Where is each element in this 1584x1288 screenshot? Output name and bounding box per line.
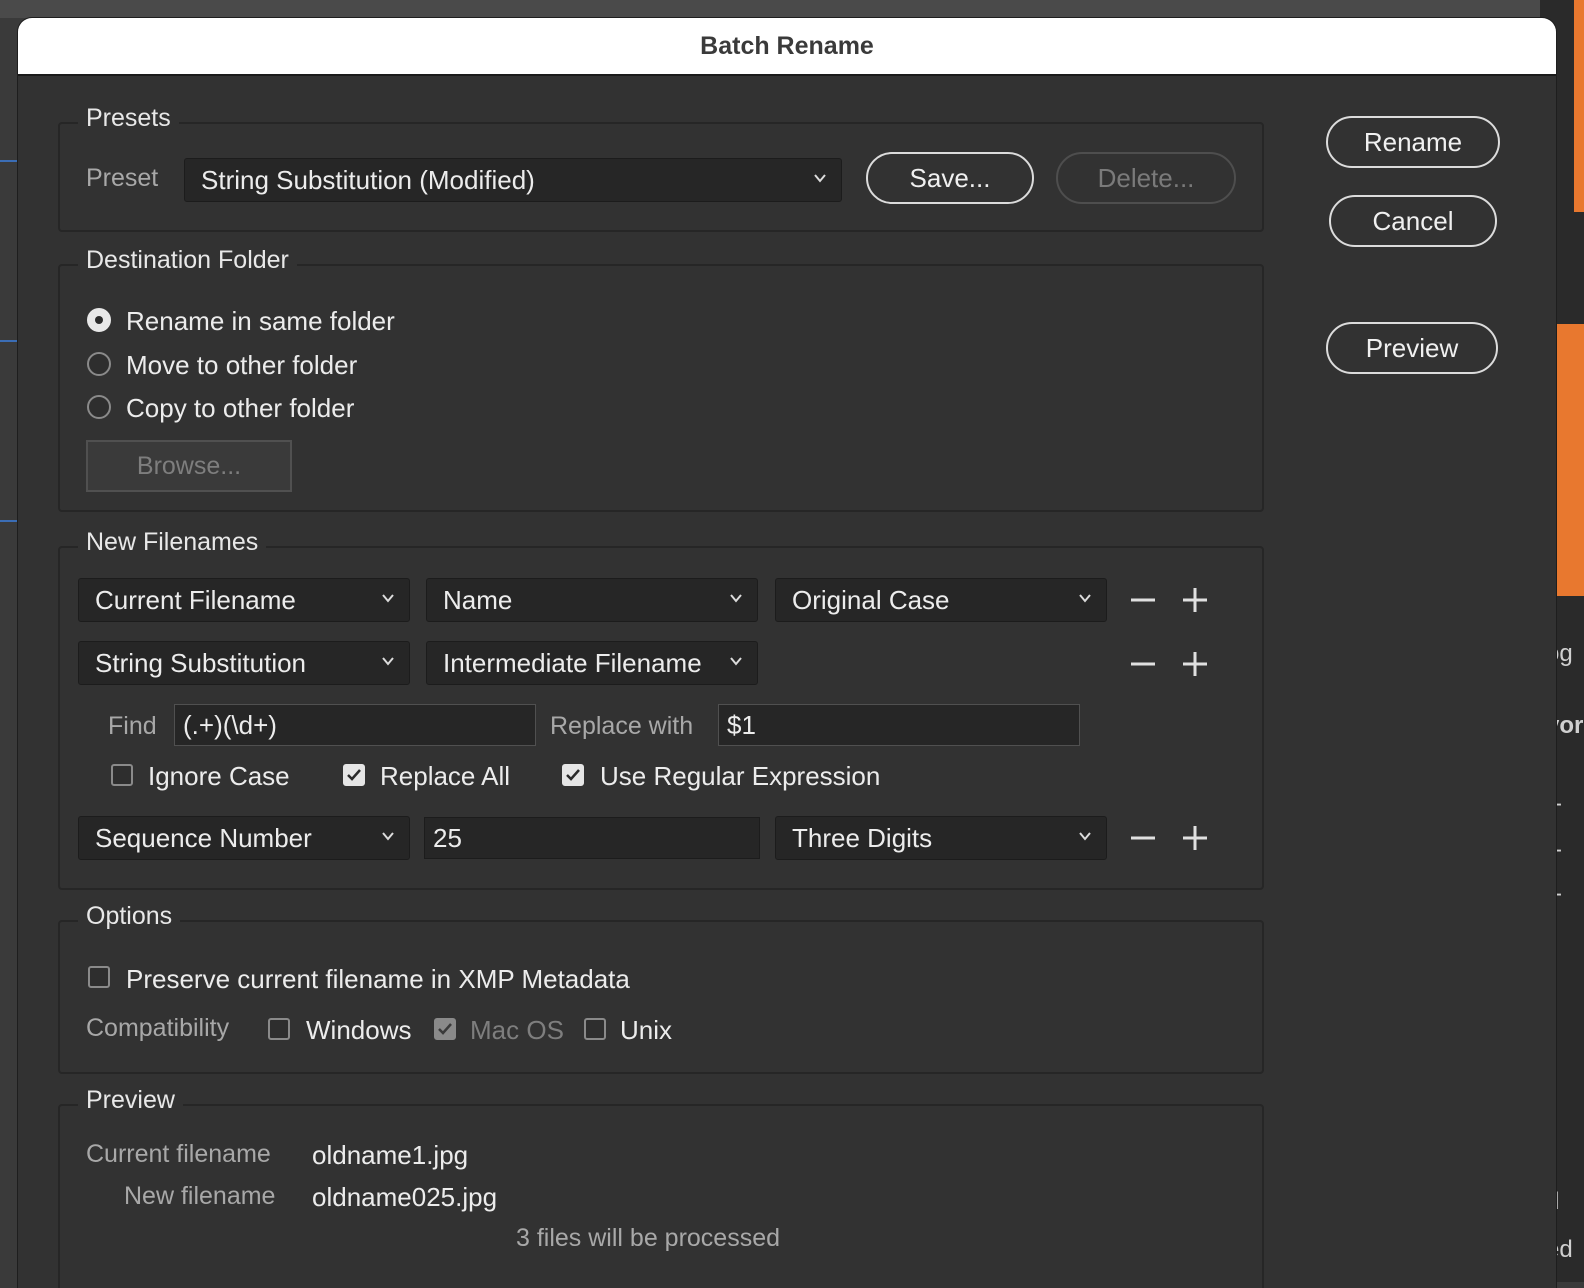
windows-label: Windows (306, 1015, 412, 1045)
current-filename-value: oldname1.jpg (312, 1140, 469, 1170)
compatibility-label: Compatibility (86, 1014, 230, 1042)
plus-icon[interactable] (1182, 587, 1208, 613)
row2-type-value: String Substitution (95, 647, 307, 678)
new-filename-label: New filename (124, 1182, 276, 1210)
macos-label: Mac OS (470, 1015, 564, 1045)
preset-select-value: String Substitution (Modified) (201, 164, 535, 195)
row3-type-value: Sequence Number (95, 822, 312, 853)
row2-source-value: Intermediate Filename (443, 647, 702, 678)
chevron-down-icon (382, 657, 394, 666)
radio-move-other-folder[interactable] (87, 352, 111, 376)
unix-label: Unix (620, 1015, 673, 1045)
row3-type-select[interactable]: Sequence Number (78, 816, 410, 860)
minus-icon[interactable] (1130, 587, 1156, 613)
row1-part-select[interactable]: Name (426, 578, 758, 622)
replace-input[interactable]: $1 (718, 704, 1080, 746)
row2-type-select[interactable]: String Substitution (78, 641, 410, 685)
current-filename-label: Current filename (86, 1140, 271, 1168)
new-filenames-group: New Filenames Current Filename Name Orig… (58, 528, 1264, 890)
radio-rename-same-folder[interactable] (87, 308, 111, 332)
new-filename-value: oldname025.jpg (312, 1182, 498, 1212)
chevron-down-icon (1079, 832, 1091, 841)
presets-group-title: Presets (78, 104, 179, 133)
row3-digits-select[interactable]: Three Digits (775, 816, 1107, 860)
new-filenames-group-title: New Filenames (78, 528, 267, 557)
use-regex-checkbox[interactable] (562, 764, 584, 786)
windows-checkbox[interactable] (268, 1018, 290, 1040)
checkmark-icon (566, 769, 580, 781)
macos-checkbox (434, 1018, 456, 1040)
preserve-filename-label: Preserve current filename in XMP Metadat… (126, 964, 630, 994)
row1-type-value: Current Filename (95, 584, 296, 615)
ignore-case-checkbox[interactable] (111, 764, 133, 786)
radio-label: Copy to other folder (126, 393, 355, 423)
find-label: Find (108, 712, 157, 740)
chevron-down-icon (730, 594, 742, 603)
preset-select[interactable]: String Substitution (Modified) (184, 158, 842, 202)
row1-case-value: Original Case (792, 584, 950, 615)
options-group-title: Options (78, 902, 181, 931)
row1-type-select[interactable]: Current Filename (78, 578, 410, 622)
chevron-down-icon (814, 174, 826, 183)
row3-digits-value: Three Digits (792, 822, 933, 853)
row1-case-select[interactable]: Original Case (775, 578, 1107, 622)
checkmark-icon (438, 1023, 452, 1035)
radio-label: Move to other folder (126, 350, 358, 380)
batch-rename-dialog: Batch Rename Rename Cancel Preview Prese… (18, 18, 1556, 1288)
replace-with-label: Replace with (550, 712, 694, 740)
checkmark-icon (347, 769, 361, 781)
plus-icon[interactable] (1182, 651, 1208, 677)
delete-preset-button[interactable]: Delete... (1056, 152, 1236, 204)
radio-copy-other-folder[interactable] (87, 395, 111, 419)
destination-folder-group: Destination Folder Rename in same folder… (58, 246, 1264, 512)
presets-group: Presets Preset String Substitution (Modi… (58, 104, 1264, 232)
rename-button[interactable]: Rename (1326, 116, 1500, 168)
chevron-down-icon (382, 832, 394, 841)
preserve-filename-checkbox[interactable] (88, 966, 110, 988)
title-bar: Batch Rename (18, 18, 1556, 76)
sequence-start-input[interactable]: 25 (424, 817, 760, 859)
options-group: Options Preserve current filename in XMP… (58, 902, 1264, 1074)
chevron-down-icon (730, 657, 742, 666)
find-input[interactable]: (.+)(\d+) (174, 704, 536, 746)
background-line (0, 160, 18, 162)
destination-group-title: Destination Folder (78, 246, 297, 275)
background-line (0, 520, 18, 522)
save-preset-button[interactable]: Save... (866, 152, 1034, 204)
chevron-down-icon (382, 594, 394, 603)
background-window-strip (0, 0, 1584, 18)
row2-source-select[interactable]: Intermediate Filename (426, 641, 758, 685)
cancel-button[interactable]: Cancel (1329, 195, 1497, 247)
replace-all-label: Replace All (380, 761, 511, 791)
ignore-case-label: Ignore Case (148, 761, 290, 791)
preview-button[interactable]: Preview (1326, 322, 1498, 374)
row1-part-value: Name (443, 584, 513, 615)
preview-group-title: Preview (78, 1086, 183, 1115)
minus-icon[interactable] (1130, 651, 1156, 677)
radio-label: Rename in same folder (126, 306, 395, 336)
background-line (0, 340, 18, 342)
files-processed-summary: 3 files will be processed (516, 1224, 781, 1252)
plus-icon[interactable] (1182, 825, 1208, 851)
unix-checkbox[interactable] (584, 1018, 606, 1040)
minus-icon[interactable] (1130, 825, 1156, 851)
chevron-down-icon (1079, 594, 1091, 603)
preview-group: Preview Current filename oldname1.jpg Ne… (58, 1086, 1264, 1288)
replace-all-checkbox[interactable] (343, 764, 365, 786)
dialog-title: Batch Rename (700, 31, 874, 60)
browse-button[interactable]: Browse... (86, 440, 292, 492)
background-orange-bar (1574, 0, 1584, 212)
preset-label: Preset (86, 164, 159, 192)
use-regex-label: Use Regular Expression (600, 761, 881, 791)
